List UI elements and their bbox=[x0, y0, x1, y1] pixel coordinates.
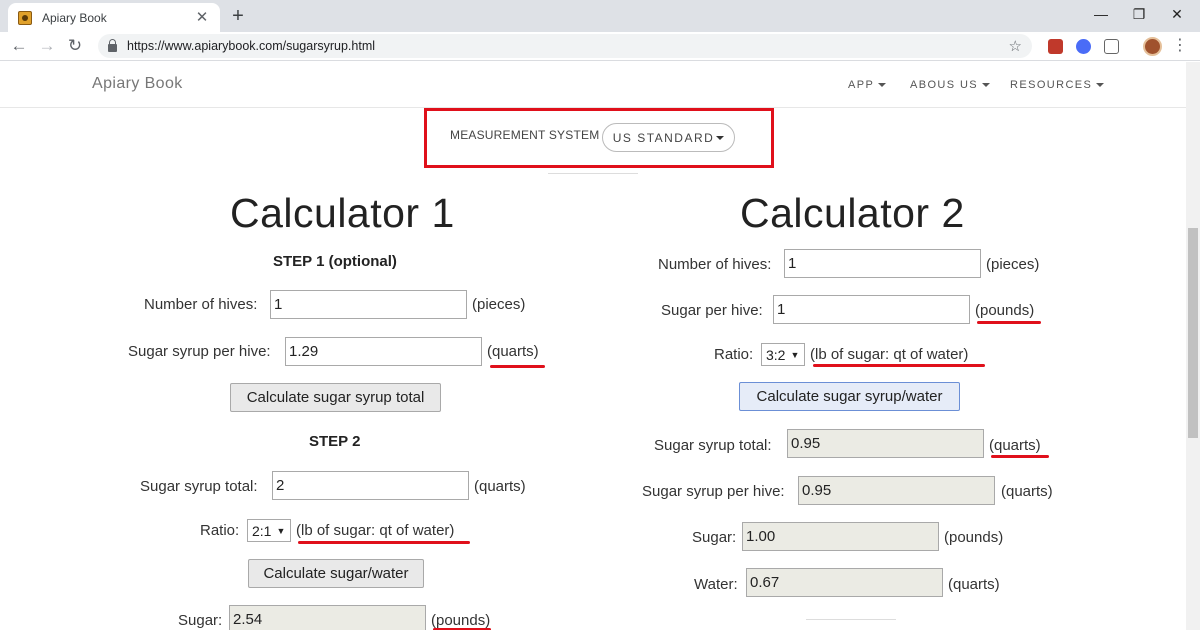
sugar-unit: (pounds) bbox=[944, 529, 1004, 546]
red-underline-annotation bbox=[298, 541, 470, 544]
hives-label: Number of hives: bbox=[144, 296, 258, 313]
caret-down-icon bbox=[716, 135, 725, 140]
dropdown-triangle-icon: ▼ bbox=[276, 525, 286, 536]
browser-menu-icon[interactable]: ⋮ bbox=[1172, 36, 1188, 56]
hives-label: Number of hives: bbox=[658, 256, 772, 273]
calculate-syrup-water-button[interactable]: Calculate sugar syrup/water bbox=[739, 382, 960, 411]
calculate-syrup-total-button[interactable]: Calculate sugar syrup total bbox=[230, 383, 441, 412]
sugar-label: Sugar: bbox=[178, 612, 223, 629]
caret-down-icon bbox=[878, 83, 887, 88]
caret-down-icon bbox=[1096, 83, 1105, 88]
syrup-per-hive-label: Sugar syrup per hive: bbox=[128, 343, 271, 360]
page-scrollbar[interactable] bbox=[1186, 62, 1200, 630]
apiary-favicon-icon bbox=[18, 10, 32, 25]
hives-unit: (pieces) bbox=[986, 256, 1040, 273]
page-viewport: Apiary Book APP ABOUS US RESOURCES MEASU… bbox=[0, 62, 1186, 630]
sugar-unit: (pounds) bbox=[431, 612, 491, 629]
sugar-output: 2.54 bbox=[229, 605, 426, 630]
site-brand[interactable]: Apiary Book bbox=[92, 75, 183, 93]
nav-app[interactable]: APP bbox=[848, 79, 887, 91]
calculate-sugar-water-button[interactable]: Calculate sugar/water bbox=[248, 559, 424, 588]
hives-input[interactable]: 1 bbox=[270, 290, 467, 319]
step-1-heading: STEP 1 (optional) bbox=[273, 253, 397, 270]
sugar-per-hive-label: Sugar per hive: bbox=[661, 302, 763, 319]
water-unit: (quarts) bbox=[948, 576, 1000, 593]
forward-arrow-icon[interactable]: → bbox=[36, 35, 58, 57]
tab-title: Apiary Book bbox=[42, 10, 107, 25]
browser-toolbar: ← → ↻ https://www.apiarybook.com/sugarsy… bbox=[0, 32, 1200, 61]
url-text[interactable]: https://www.apiarybook.com/sugarsyrup.ht… bbox=[127, 39, 1009, 53]
reload-icon[interactable]: ↻ bbox=[64, 35, 86, 57]
dropdown-triangle-icon: ▼ bbox=[790, 349, 800, 360]
hives-input[interactable]: 1 bbox=[784, 249, 981, 278]
sugar-per-hive-input[interactable]: 1 bbox=[773, 295, 970, 324]
water-output: 0.67 bbox=[746, 568, 943, 597]
calculator-1-title: Calculator 1 bbox=[230, 190, 455, 236]
syrup-per-hive-unit: (quarts) bbox=[487, 343, 539, 360]
extension-r-icon[interactable] bbox=[1076, 39, 1091, 54]
nav-resources[interactable]: RESOURCES bbox=[1010, 79, 1105, 91]
syrup-total-input[interactable]: 2 bbox=[272, 471, 469, 500]
scrollbar-thumb[interactable] bbox=[1188, 228, 1198, 438]
sugar-label: Sugar: bbox=[692, 529, 737, 546]
ratio-select[interactable]: 2:1 ▼ bbox=[247, 519, 291, 542]
back-arrow-icon[interactable]: ← bbox=[8, 35, 30, 57]
syrup-total-label: Sugar syrup total: bbox=[140, 478, 258, 495]
syrup-per-hive-unit: (quarts) bbox=[1001, 483, 1053, 500]
pdf-extension-icon[interactable] bbox=[1048, 39, 1063, 54]
calculator-2-title: Calculator 2 bbox=[740, 190, 965, 236]
ratio-label: Ratio: bbox=[714, 346, 754, 363]
ratio-select[interactable]: 3:2 ▼ bbox=[761, 343, 805, 366]
syrup-total-output: 0.95 bbox=[787, 429, 984, 458]
profile-avatar[interactable] bbox=[1143, 37, 1162, 56]
address-bar[interactable]: https://www.apiarybook.com/sugarsyrup.ht… bbox=[98, 34, 1032, 58]
close-tab-icon[interactable]: ✕ bbox=[194, 9, 210, 26]
browser-tabstrip: Apiary Book ✕ + — ❐ ✕ bbox=[0, 0, 1200, 32]
step-2-heading: STEP 2 bbox=[309, 433, 361, 450]
lock-icon bbox=[108, 39, 117, 52]
browser-tab[interactable]: Apiary Book ✕ bbox=[8, 3, 220, 32]
ratio-label: Ratio: bbox=[200, 522, 240, 539]
syrup-per-hive-input[interactable]: 1.29 bbox=[285, 337, 482, 366]
caret-down-icon bbox=[982, 83, 991, 88]
red-underline-annotation bbox=[813, 364, 985, 367]
syrup-total-label: Sugar syrup total: bbox=[654, 437, 772, 454]
syrup-total-unit: (quarts) bbox=[474, 478, 526, 495]
extension-tag-icon[interactable] bbox=[1104, 39, 1119, 54]
ratio-unit: (lb of sugar: qt of water) bbox=[296, 522, 455, 539]
measurement-system-dropdown[interactable]: US STANDARD bbox=[602, 123, 735, 152]
divider bbox=[548, 173, 638, 174]
syrup-per-hive-label: Sugar syrup per hive: bbox=[642, 483, 785, 500]
bookmark-star-icon[interactable]: ☆ bbox=[1009, 37, 1022, 55]
ratio-unit: (lb of sugar: qt of water) bbox=[810, 346, 969, 363]
sugar-output: 1.00 bbox=[742, 522, 939, 551]
measurement-system-label: MEASUREMENT SYSTEM bbox=[450, 128, 600, 142]
new-tab-button[interactable]: + bbox=[228, 5, 248, 28]
red-underline-annotation bbox=[490, 365, 545, 368]
syrup-total-unit: (quarts) bbox=[989, 437, 1041, 454]
hives-unit: (pieces) bbox=[472, 296, 526, 313]
red-underline-annotation bbox=[977, 321, 1041, 324]
site-navbar: Apiary Book APP ABOUS US RESOURCES bbox=[0, 62, 1186, 108]
divider bbox=[806, 619, 896, 620]
close-window-button[interactable]: ✕ bbox=[1154, 2, 1200, 26]
red-underline-annotation bbox=[991, 455, 1049, 458]
nav-about-us[interactable]: ABOUS US bbox=[910, 79, 991, 91]
sugar-per-hive-unit: (pounds) bbox=[975, 302, 1035, 319]
water-label: Water: bbox=[694, 576, 738, 593]
syrup-per-hive-output: 0.95 bbox=[798, 476, 995, 505]
